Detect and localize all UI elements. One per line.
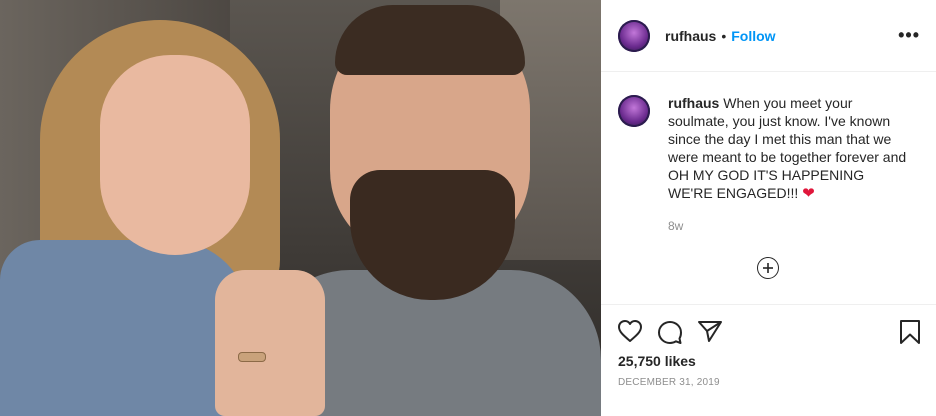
avatar[interactable] [618, 19, 650, 52]
header-separator: • [721, 27, 727, 44]
caption-username[interactable]: rufhaus [668, 95, 719, 111]
caption: rufhaus When you meet your soulmate, you… [668, 94, 908, 203]
share-icon[interactable] [697, 319, 723, 348]
heart-icon[interactable] [617, 319, 643, 348]
red-heart-icon: ❤ [802, 185, 815, 202]
photo-woman-face [100, 55, 250, 255]
caption-avatar[interactable] [618, 95, 650, 127]
comment-icon[interactable] [657, 319, 683, 350]
post-username[interactable]: rufhaus [665, 28, 716, 44]
photo-woman-jacket [0, 240, 250, 416]
more-options-icon[interactable]: ••• [898, 26, 920, 44]
post-date[interactable]: DECEMBER 31, 2019 [618, 377, 720, 388]
add-comment-icon[interactable] [757, 257, 779, 279]
plus-icon [763, 263, 773, 273]
post-header: rufhaus • Follow ••• [601, 0, 936, 72]
photo-engagement-ring [238, 352, 266, 362]
post-photo[interactable] [0, 0, 601, 416]
comments-section: rufhaus When you meet your soulmate, you… [601, 72, 936, 305]
photo-man-hair [335, 5, 525, 75]
likes-count[interactable]: 25,750 likes [618, 353, 696, 369]
bookmark-icon[interactable] [899, 319, 921, 350]
caption-timestamp[interactable]: 8w [668, 219, 683, 233]
post-actions: 25,750 likes DECEMBER 31, 2019 [601, 305, 936, 416]
follow-button[interactable]: Follow [731, 28, 775, 44]
photo-hand [215, 270, 325, 416]
